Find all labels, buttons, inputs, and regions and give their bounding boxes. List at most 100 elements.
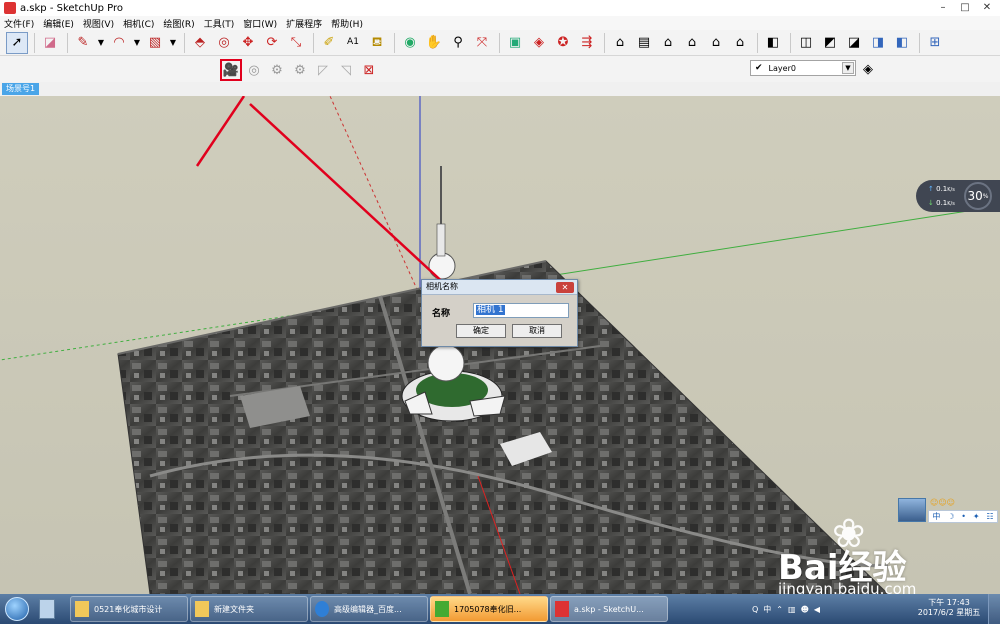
tray-ime-icon[interactable]: 中	[763, 604, 771, 615]
dialog-close-button[interactable]: ✕	[556, 282, 574, 293]
calculator-icon[interactable]	[34, 597, 60, 621]
rotate-tool-icon[interactable]: ⟳	[261, 32, 283, 54]
ime-stars: ☺☺☺	[930, 498, 956, 507]
taskbar-item-image[interactable]: 1705078奉化旧...	[430, 596, 548, 622]
pan-hand-icon[interactable]: ✋	[423, 32, 445, 54]
layer-color-icon[interactable]: ◈	[857, 58, 879, 80]
text-tool-icon[interactable]: A1	[342, 32, 364, 54]
send-to-layout-icon[interactable]: ⇶	[576, 32, 598, 54]
camera-lock-icon[interactable]: ⚙	[266, 59, 288, 81]
select-tool-icon[interactable]: ➚	[6, 31, 28, 54]
taskbar-item-folder-2[interactable]: 新建文件夹	[190, 596, 308, 622]
follow-me-icon[interactable]: ◎	[213, 32, 235, 54]
camera-frustum-icon[interactable]: ⚙	[289, 59, 311, 81]
upload-arrow-icon: ↑	[928, 185, 934, 193]
camera-properties-icon[interactable]: ◎	[243, 59, 265, 81]
iso-view-icon[interactable]: ⌂	[609, 32, 631, 54]
rectangle-tool-icon[interactable]: ▧	[144, 32, 166, 54]
sketchup-icon	[555, 601, 569, 617]
image-viewer-icon	[435, 601, 449, 617]
top-view-icon[interactable]: ▤	[633, 32, 655, 54]
show-frustum-icon[interactable]: ◸	[312, 59, 334, 81]
menu-view[interactable]: 视图(V)	[83, 17, 114, 30]
scene-tab-bar: 场景号1	[0, 82, 1000, 96]
taskbar-item-folder-1[interactable]: 0521奉化城市设计	[70, 596, 188, 622]
menu-window[interactable]: 窗口(W)	[243, 17, 277, 30]
baidu-watermark: ❀ Bai经验 jingyan.baidu.com	[772, 508, 1000, 598]
upper-sphere	[428, 252, 456, 280]
minimize-button[interactable]: –	[932, 0, 954, 14]
layer-selector[interactable]: ✔ Layer0 ▼	[750, 60, 856, 76]
eraser-tool-icon[interactable]: ◪	[39, 32, 61, 54]
lower-sphere	[427, 344, 465, 382]
folder-icon	[195, 601, 209, 617]
3d-warehouse-icon[interactable]: ◈	[528, 32, 550, 54]
network-icon[interactable]: ▥	[788, 605, 796, 614]
shaded-style-icon[interactable]: ◪	[843, 32, 865, 54]
menu-draw[interactable]: 绘图(R)	[163, 17, 194, 30]
taskbar-item-editor[interactable]: 高级编辑器_百度...	[310, 596, 428, 622]
toolbar-separator	[34, 32, 35, 53]
push-pull-icon[interactable]: ⬘	[189, 32, 211, 54]
ok-button[interactable]: 确定	[456, 324, 506, 338]
upload-speed: ↑ 0.1K/s	[928, 185, 955, 193]
sketchup-icon	[4, 2, 16, 14]
menu-extensions[interactable]: 扩展程序	[286, 17, 322, 30]
add-camera-icon[interactable]: 🎥	[220, 59, 242, 81]
move-tool-icon[interactable]: ✥	[237, 32, 259, 54]
tray-expand-icon[interactable]: ⌃	[776, 605, 783, 614]
menu-tools[interactable]: 工具(T)	[204, 17, 235, 30]
menu-camera[interactable]: 相机(C)	[123, 17, 154, 30]
scale-tool-icon[interactable]: ⤡	[285, 32, 307, 54]
tower-segment	[436, 223, 446, 257]
wireframe-style-icon[interactable]: ◫	[795, 32, 817, 54]
right-view-icon[interactable]: ⌂	[681, 32, 703, 54]
xray-style-icon[interactable]: ◧	[762, 32, 784, 54]
hidden-line-style-icon[interactable]: ◩	[819, 32, 841, 54]
textured-style-icon[interactable]: ◨	[867, 32, 889, 54]
chevron-down-icon[interactable]: ▼	[842, 62, 854, 74]
dropdown-arrow-icon[interactable]: ▼	[132, 32, 142, 54]
dropdown-arrow-icon[interactable]: ▼	[168, 32, 178, 54]
camera-name-input[interactable]: 相机 1	[473, 303, 569, 318]
monochrome-style-icon[interactable]: ◧	[891, 32, 913, 54]
extension-warehouse-icon[interactable]: ✪	[552, 32, 574, 54]
front-view-icon[interactable]: ⌂	[657, 32, 679, 54]
window-title: a.skp - SketchUp Pro	[20, 2, 124, 14]
menu-bar: 文件(F) 编辑(E) 视图(V) 相机(C) 绘图(R) 工具(T) 窗口(W…	[0, 16, 1000, 30]
menu-help[interactable]: 帮助(H)	[331, 17, 363, 30]
menu-file[interactable]: 文件(F)	[4, 17, 34, 30]
menu-edit[interactable]: 编辑(E)	[43, 17, 74, 30]
tab-scene-1[interactable]: 场景号1	[2, 83, 40, 95]
zoom-icon[interactable]: ⚲	[447, 32, 469, 54]
close-button[interactable]: ✕	[976, 0, 998, 14]
cancel-button[interactable]: 取消	[512, 324, 562, 338]
tape-measure-icon[interactable]: ✐	[318, 32, 340, 54]
qq-icon[interactable]: ☻	[801, 605, 809, 614]
taskbar-item-sketchup[interactable]: a.skp - SketchU...	[550, 596, 668, 622]
dropdown-arrow-icon[interactable]: ▼	[96, 32, 106, 54]
arc-tool-icon[interactable]: ◠	[108, 32, 130, 54]
system-clock[interactable]: 下午 17:43 2017/6/2 星期五	[915, 598, 983, 618]
memory-usage-percent: 30%	[964, 182, 992, 210]
add-location-icon[interactable]: ▣	[504, 32, 526, 54]
line-tool-icon[interactable]: ✎	[72, 32, 94, 54]
taskbar: 0521奉化城市设计 新建文件夹 高级编辑器_百度... 1705078奉化旧.…	[0, 594, 1000, 624]
components-panel-icon[interactable]: ⊞	[924, 32, 946, 54]
orbit-icon[interactable]: ◉	[399, 32, 421, 54]
annotation-arrow	[195, 96, 246, 167]
maximize-button[interactable]: □	[954, 0, 976, 14]
volume-icon[interactable]: ◀	[814, 605, 820, 614]
start-button[interactable]	[0, 594, 34, 624]
left-view-icon[interactable]: ⌂	[729, 32, 751, 54]
zoom-extents-icon[interactable]: ⤧	[471, 32, 493, 54]
show-desktop-button[interactable]	[988, 594, 1000, 624]
camera-overlay-icon[interactable]: ⊠	[358, 59, 380, 81]
paint-bucket-icon[interactable]: ⛾	[366, 32, 388, 54]
toolbar-separator	[394, 32, 395, 53]
show-frustum-lines-icon[interactable]: ◹	[335, 59, 357, 81]
network-speed-widget[interactable]: ↑ 0.1K/s ↓ 0.1K/s 30%	[916, 180, 1000, 212]
toolbar-separator	[313, 32, 314, 53]
back-view-icon[interactable]: ⌂	[705, 32, 727, 54]
tray-q-icon[interactable]: Q	[752, 605, 758, 614]
